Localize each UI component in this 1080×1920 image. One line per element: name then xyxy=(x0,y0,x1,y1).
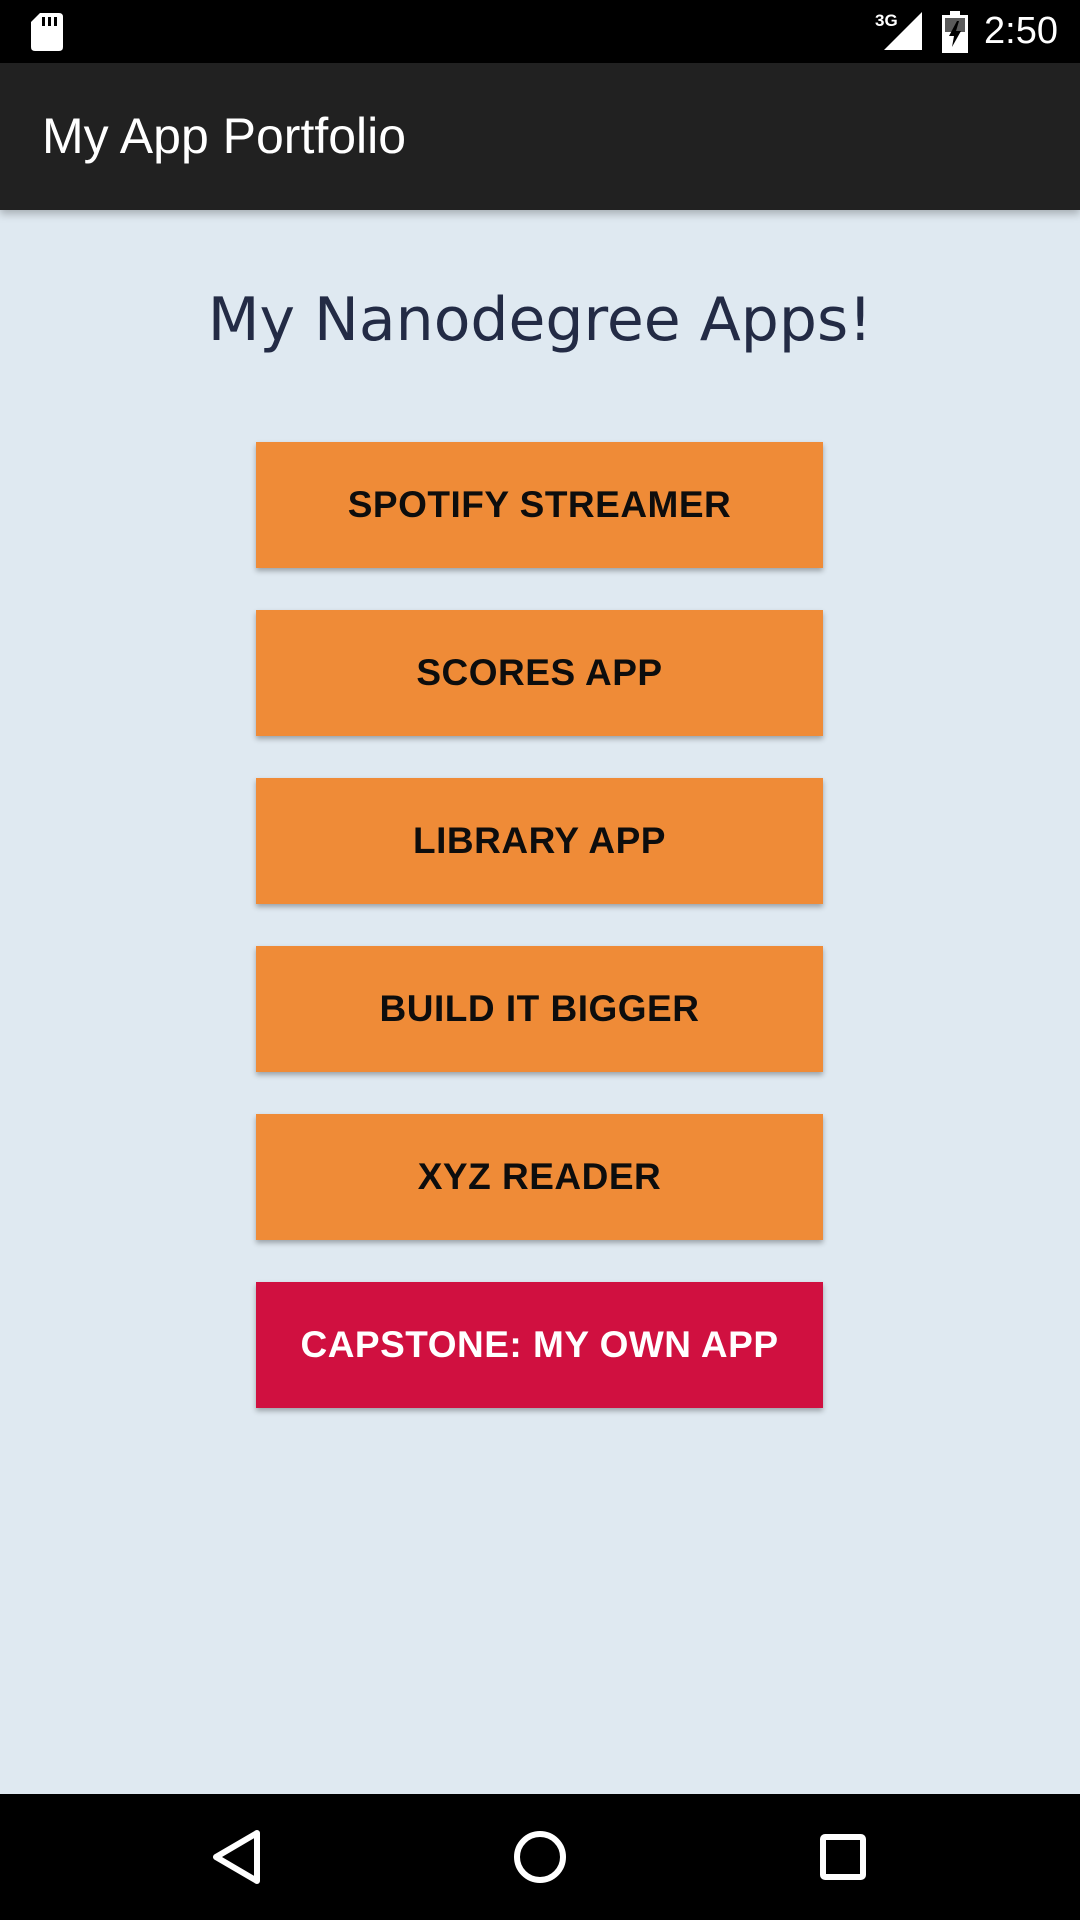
app-bar: My App Portfolio xyxy=(0,63,1080,210)
signal-icon xyxy=(884,12,922,50)
status-clock: 2:50 xyxy=(984,10,1058,52)
capstone-button[interactable]: CAPSTONE: MY OWN APP xyxy=(256,1282,823,1408)
build-it-bigger-button[interactable]: BUILD IT BIGGER xyxy=(256,946,823,1072)
xyz-reader-button[interactable]: XYZ READER xyxy=(256,1114,823,1240)
back-icon[interactable] xyxy=(174,1794,300,1920)
status-bar: 3G 2:50 xyxy=(0,0,1080,63)
sd-card-icon xyxy=(31,13,63,51)
app-title: My App Portfolio xyxy=(42,108,407,164)
library-app-button[interactable]: LIBRARY APP xyxy=(256,778,823,904)
main-content: My Nanodegree Apps! SPOTIFY STREAMER SCO… xyxy=(0,210,1080,1794)
recents-icon[interactable] xyxy=(780,1794,906,1920)
battery-charging-icon xyxy=(942,11,968,53)
page-heading: My Nanodegree Apps! xyxy=(207,285,873,355)
spotify-streamer-button[interactable]: SPOTIFY STREAMER xyxy=(256,442,823,568)
home-icon[interactable] xyxy=(477,1794,603,1920)
navigation-bar xyxy=(0,1794,1080,1920)
scores-app-button[interactable]: SCORES APP xyxy=(256,610,823,736)
